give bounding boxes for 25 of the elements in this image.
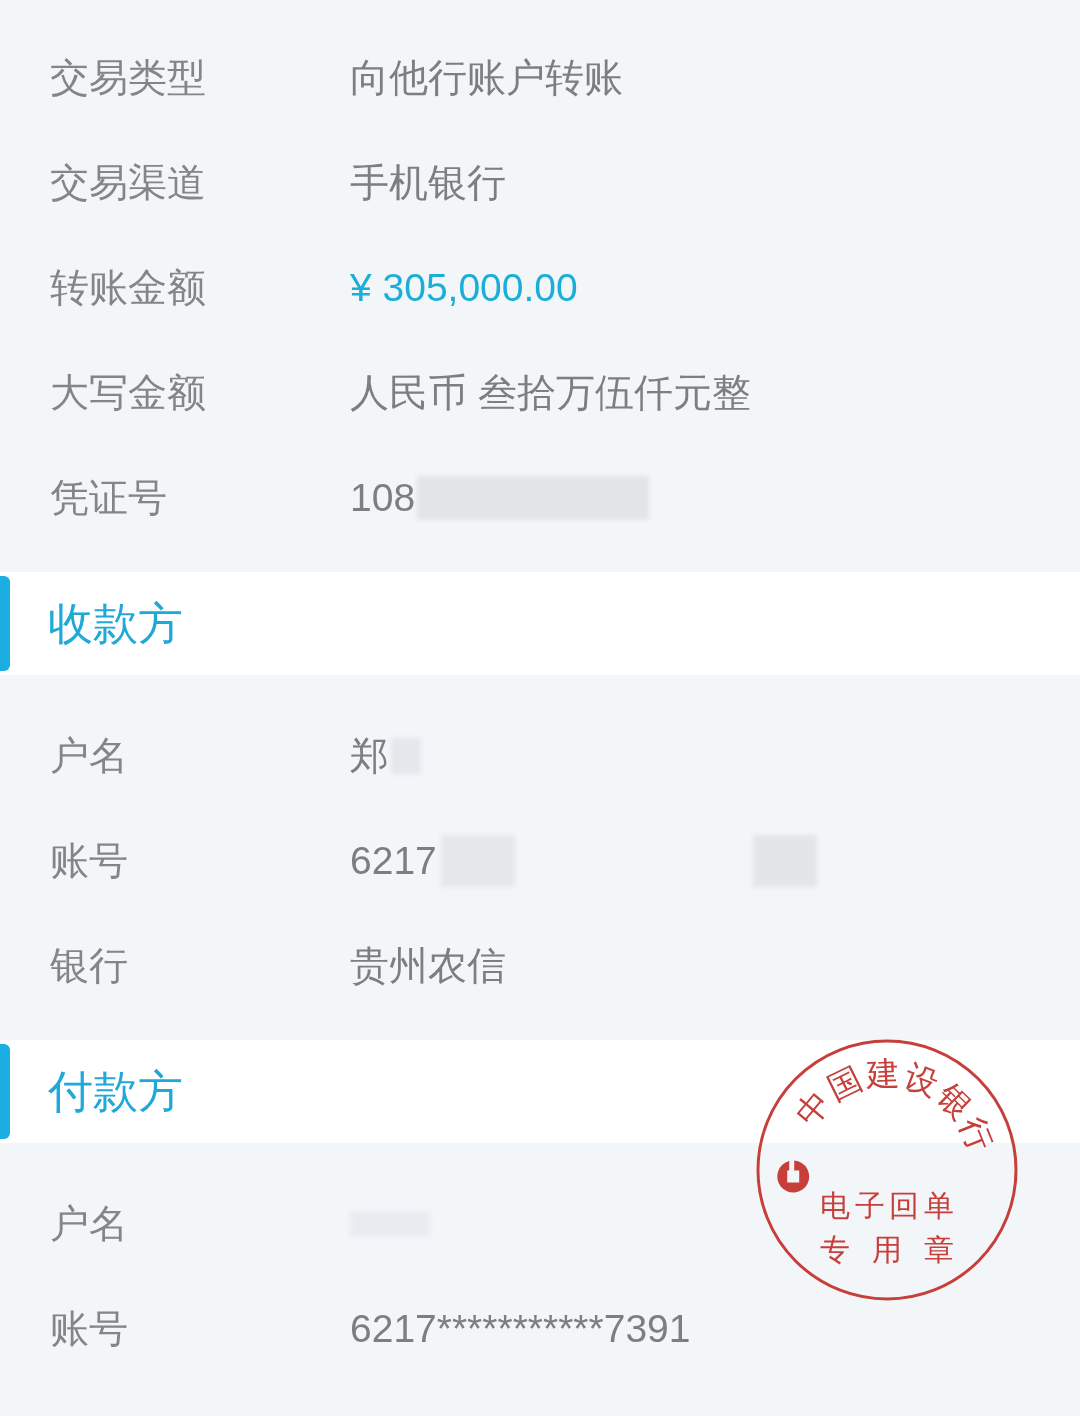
field-label: 交易渠道 (50, 159, 207, 206)
section-title: 收款方 (48, 596, 183, 651)
bank-logo-icon (777, 1160, 810, 1193)
field-label: 户名 (50, 1200, 129, 1247)
amount-value: ¥ 305,000.00 (350, 265, 578, 310)
section-title: 付款方 (48, 1064, 183, 1119)
field-label: 凭证号 (50, 474, 168, 521)
seal-caption: 专用章 (820, 1232, 954, 1267)
field-label: 账号 (50, 1305, 129, 1352)
field-value: 108 (350, 475, 416, 520)
field-value: 人民币 叁拾万伍仟元整 (350, 369, 751, 416)
field-label: 账号 (50, 837, 129, 884)
field-value: 郑 (350, 732, 389, 779)
field-label: 交易类型 (50, 54, 207, 101)
field-value: 贵州农信 (350, 942, 506, 989)
field-label: 大写金额 (50, 369, 207, 416)
field-label: 银行 (50, 942, 129, 989)
field-value: 向他行账户转账 (350, 54, 623, 101)
field-value: 6217***********7391 (350, 1306, 691, 1351)
seal-title: 中国建设银行 (787, 1053, 1001, 1157)
field-label: 户名 (50, 732, 129, 779)
field-value: 手机银行 (350, 159, 506, 206)
field-label: 转账金额 (50, 264, 207, 311)
field-value: 6217 (350, 838, 437, 883)
seal-caption: 电子回单 (820, 1188, 954, 1223)
